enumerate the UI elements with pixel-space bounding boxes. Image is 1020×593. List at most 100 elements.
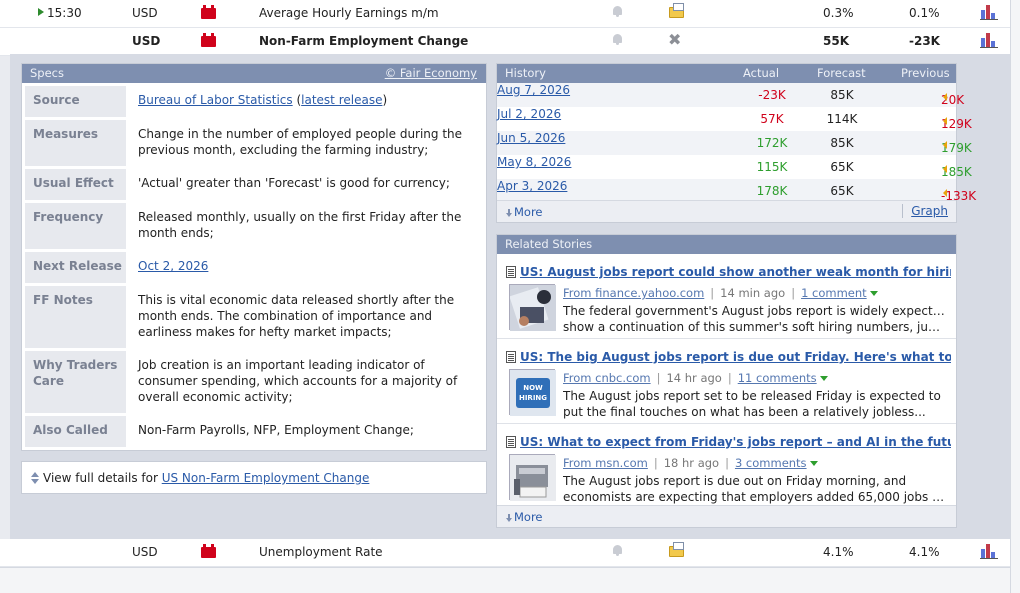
story-source-link[interactable]: From msn.com [563, 456, 648, 470]
specs-panel: Specs © Fair Economy Source Bureau of La… [21, 63, 487, 451]
latest-release-link[interactable]: latest release [301, 93, 382, 107]
spec-source: Source Bureau of Labor Statistics (lates… [22, 86, 486, 117]
dropdown-icon [869, 291, 878, 296]
story-thumbnail[interactable]: NOW HIRING [509, 369, 556, 416]
article-icon [506, 266, 516, 278]
history-date-link[interactable]: Jul 2, 2026 [497, 107, 561, 121]
story-meta: From msn.com | 18 hr ago | 3 comments [563, 456, 818, 470]
svg-text:HIRING: HIRING [519, 394, 547, 402]
history-row: Aug 7, 2026 -23K 85K 20K [497, 83, 965, 107]
history-date-link[interactable]: Aug 7, 2026 [497, 83, 570, 97]
bell-icon[interactable] [612, 33, 623, 46]
story-title-link[interactable]: US: The big August jobs report is due ou… [506, 350, 951, 364]
history-footer: More Graph [497, 200, 956, 222]
revised-icon [943, 189, 947, 197]
history-row: Jul 2, 2026 57K 114K 129K [497, 107, 972, 131]
revised-icon [943, 93, 947, 101]
previous-value: 0.1% [909, 6, 940, 20]
revised-icon [943, 165, 947, 173]
actual-value: 0.3% [823, 6, 854, 20]
full-details-link[interactable]: US Non-Farm Employment Change [162, 471, 370, 485]
close-details-icon[interactable]: ✖ [668, 32, 685, 48]
history-date-link[interactable]: May 8, 2026 [497, 155, 571, 169]
story-comments-link[interactable]: 11 comments [738, 371, 817, 385]
revised-icon [943, 117, 947, 125]
spec-next-release: Next Release Oct 2, 2026 [22, 252, 486, 283]
story-source-link[interactable]: From finance.yahoo.com [563, 286, 704, 300]
story-summary: The federal government's August jobs rep… [563, 304, 945, 334]
story-item: US: The big August jobs report is due ou… [497, 339, 956, 424]
story-thumbnail[interactable] [509, 284, 556, 331]
story-thumbnail[interactable] [509, 454, 556, 501]
currency: USD [132, 34, 161, 48]
history-date-link[interactable]: Apr 3, 2026 [497, 179, 567, 193]
actual-value: 55K [823, 34, 849, 48]
chart-icon[interactable] [980, 5, 998, 20]
down-arrow-icon [506, 209, 512, 217]
story-comments-link[interactable]: 3 comments [735, 456, 807, 470]
story-meta: From finance.yahoo.com | 14 min ago | 1 comm… [563, 286, 878, 300]
calendar-row-avg-hourly-earnings[interactable]: 15:30 USD Average Hourly Earnings m/m 0.… [0, 0, 1010, 28]
history-date-link[interactable]: Jun 5, 2026 [497, 131, 565, 145]
spec-frequency: Frequency Released monthly, usually on t… [22, 203, 486, 249]
open-details-icon[interactable] [668, 542, 685, 558]
history-row: Jun 5, 2026 172K 85K 179K [497, 131, 972, 155]
source-link[interactable]: Bureau of Labor Statistics [138, 93, 293, 107]
story-summary: The August jobs report set to be release… [563, 389, 941, 419]
history-panel: History Actual Forecast Previous Aug 7, … [496, 63, 976, 223]
event-title[interactable]: Average Hourly Earnings m/m [259, 6, 439, 20]
related-stories-panel: Related Stories US: August jobs report c… [496, 234, 957, 528]
spec-why-traders-care: Why Traders Care Job creation is an impo… [22, 351, 486, 413]
bell-icon[interactable] [612, 544, 623, 557]
spec-ff-notes: FF Notes This is vital economic data rel… [22, 286, 486, 348]
event-title[interactable]: Unemployment Rate [259, 545, 383, 559]
expand-arrows-icon [31, 472, 39, 484]
next-release-link[interactable]: Oct 2, 2026 [138, 259, 208, 273]
open-details-icon[interactable] [668, 3, 685, 19]
chart-icon[interactable] [980, 33, 998, 48]
high-impact-folder-icon [201, 5, 216, 19]
chart-icon[interactable] [980, 544, 998, 559]
story-meta: From cnbc.com | 14 hr ago | 11 comments [563, 371, 828, 385]
bell-icon[interactable] [612, 5, 623, 18]
spec-also-called: Also Called Non-Farm Payrolls, NFP, Empl… [22, 416, 486, 447]
story-source-link[interactable]: From cnbc.com [563, 371, 651, 385]
high-impact-folder-icon [201, 544, 216, 558]
story-summary: The August jobs report is due out on Fri… [563, 474, 945, 504]
calendar-row-nfp[interactable]: USD Non-Farm Employment Change ✖ 55K -23… [0, 28, 1010, 56]
story-title-link[interactable]: US: What to expect from Friday's jobs re… [506, 435, 951, 449]
previous-value: -23K [909, 34, 940, 48]
article-icon [506, 436, 516, 448]
fair-economy-link[interactable]: © Fair Economy [385, 64, 477, 83]
svg-text:NOW: NOW [523, 384, 543, 392]
revised-icon [943, 141, 947, 149]
event-title[interactable]: Non-Farm Employment Change [259, 34, 468, 48]
history-row: May 8, 2026 115K 65K 185K [497, 155, 972, 179]
currency: USD [132, 545, 158, 559]
play-icon [38, 8, 44, 16]
stories-more-button[interactable]: More [506, 510, 543, 524]
dropdown-icon [819, 376, 828, 381]
actual-value: 4.1% [823, 545, 854, 559]
story-title-link[interactable]: US: August jobs report could show anothe… [506, 265, 951, 279]
event-time: 15:30 [38, 6, 82, 20]
article-icon [506, 351, 516, 363]
full-details-bar: View full details for US Non-Farm Employ… [21, 461, 487, 494]
previous-value: 4.1% [909, 545, 940, 559]
story-comments-link[interactable]: 1 comment [801, 286, 867, 300]
history-header: History Actual Forecast Previous [497, 64, 956, 83]
story-item: US: August jobs report could show anothe… [497, 254, 956, 339]
calendar-row-unemployment-rate[interactable]: USD Unemployment Rate 4.1% 4.1% [0, 539, 1010, 567]
window-right-edge [1010, 0, 1020, 593]
spec-measures: Measures Change in the number of employe… [22, 120, 486, 166]
down-arrow-icon [506, 514, 512, 522]
story-item: US: What to expect from Friday's jobs re… [497, 424, 956, 509]
spec-usual-effect: Usual Effect 'Actual' greater than 'Fore… [22, 169, 486, 200]
page-bottom-bar [0, 567, 1010, 593]
related-stories-header: Related Stories [497, 235, 956, 254]
stories-footer: More [497, 505, 956, 527]
history-more-button[interactable]: More [506, 205, 543, 219]
specs-header: Specs © Fair Economy [22, 64, 486, 83]
graph-link[interactable]: Graph [902, 204, 948, 218]
history-rows: Aug 7, 2026 -23K 85K 20K Jul 2, 2026 57K… [497, 83, 976, 203]
